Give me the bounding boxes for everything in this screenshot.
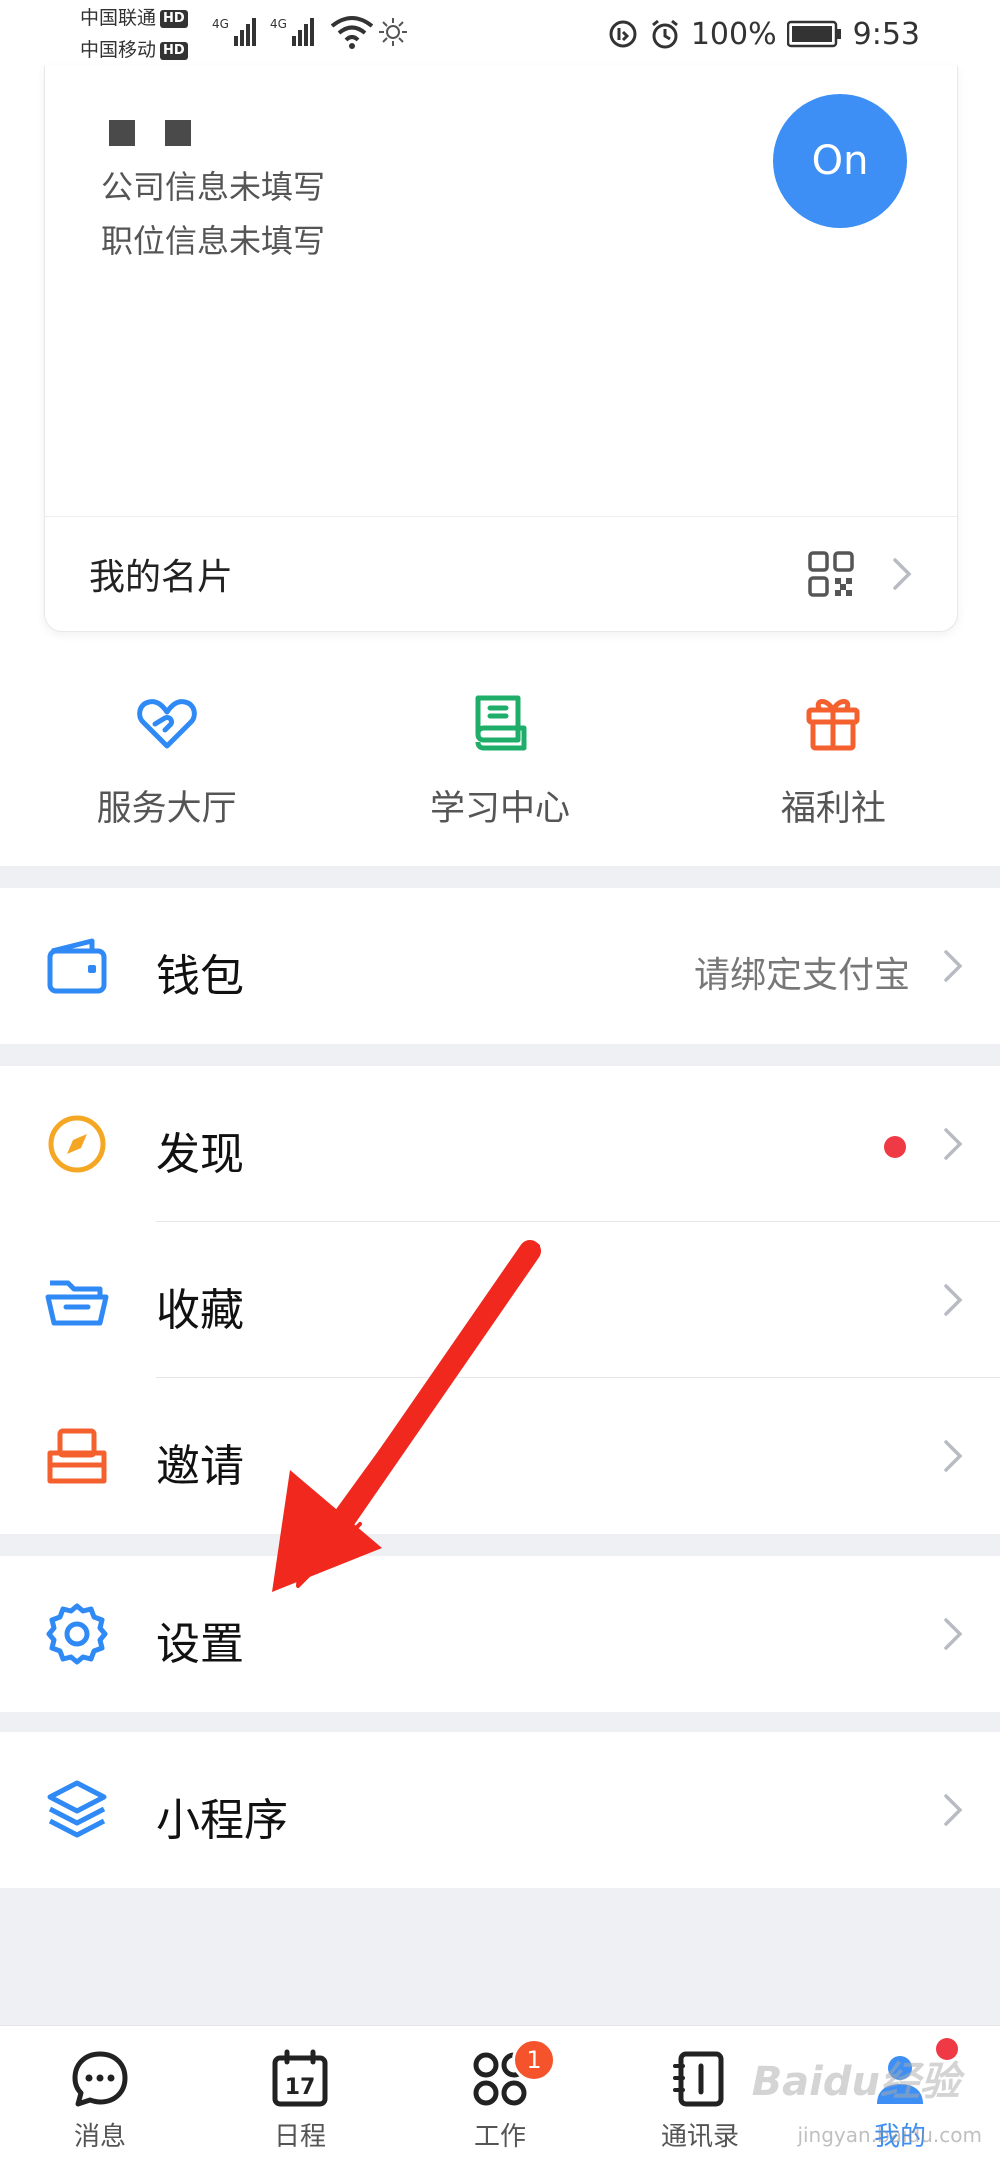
data-saver-icon [609,20,637,48]
chevron-right-icon [893,558,912,590]
tab-work[interactable]: 1 工作 [400,2026,600,2167]
watermark-logo: Baidu经验 [751,2059,960,2105]
alipay-binding-hint: 请绑定支付宝 [693,955,910,996]
tab-messages[interactable]: 消息 [0,2026,200,2167]
calendar-icon: 17 [272,2049,328,2107]
gear-icon [46,1603,108,1665]
features-section: 发现 收藏 邀请 [0,1066,1000,1534]
unread-dot [884,1136,906,1158]
hd-badge: HD [160,10,188,28]
brightness-icon [379,18,407,46]
heart-hand-icon [136,699,197,749]
menu-row-mini-programs[interactable]: 小程序 [0,1732,1000,1888]
folder-icon [45,1280,109,1326]
wallet-icon [47,938,107,994]
tab-label: 通讯录 [660,2122,739,2152]
alarm-icon [651,19,678,49]
chevron-right-icon [944,1128,963,1160]
menu-label: 设置 [156,1619,244,1670]
compass-icon [48,1115,106,1173]
tab-label: 日程 [273,2122,326,2152]
layers-icon [47,1780,107,1838]
quick-entry-label: 服务大厅 [96,789,237,829]
my-card-row[interactable]: 我的名片 [45,518,957,630]
contacts-icon [673,2051,724,2107]
carrier-2-name: 中国移动 [80,39,157,61]
profile-card[interactable]: 公司信息未填写 职位信息未填写 On 我的名片 [44,66,958,632]
status-bar: 中国联通 HD 中国移动 HD 4G 4G 100% 9:53 [0,0,1000,66]
network-type-2: 4G [270,17,287,31]
status-right: 100% 9:53 [607,14,920,54]
menu-label: 钱包 [156,951,244,1002]
quick-entry-learning-center[interactable]: 学习中心 [333,690,666,860]
book-icon [475,695,527,751]
card-divider [45,516,957,517]
invite-icon [47,1428,107,1484]
network-type: 4G [212,17,229,31]
settings-section: 设置 [0,1556,1000,1712]
quick-entry-label: 福利社 [780,789,886,829]
chevron-right-icon [944,1618,963,1650]
position-info: 职位信息未填写 [101,222,326,260]
carrier-1-name: 中国联通 [80,7,157,29]
quick-entry-welfare[interactable]: 福利社 [667,690,1000,860]
gift-icon [806,699,860,751]
clock: 9:53 [852,16,920,52]
tab-calendar[interactable]: 17 日程 [200,2026,400,2167]
chevron-right-icon [944,1794,963,1826]
chevron-right-icon [944,1284,963,1316]
carrier-1: 中国联通 HD [80,6,188,30]
carrier-2: 中国移动 HD [80,38,188,62]
hd-badge: HD [160,42,188,60]
qr-code-icon[interactable] [807,550,855,598]
watermark-domain: jingyan.baidu.com [797,2123,982,2147]
quick-entry-label: 学习中心 [429,789,570,829]
my-card-label: 我的名片 [89,557,234,598]
quick-entry-service-hall[interactable]: 服务大厅 [0,690,333,860]
tab-label: 消息 [73,2122,126,2152]
signal-icon-2: 4G [270,17,314,46]
menu-label: 发现 [156,1129,244,1180]
menu-label: 小程序 [156,1795,288,1846]
status-badge[interactable]: On [773,94,907,228]
company-info: 公司信息未填写 [101,168,326,206]
quick-entry-row: 服务大厅 学习中心 福利社 [0,690,1000,860]
menu-row-favorites[interactable]: 收藏 [0,1222,1000,1378]
menu-label: 邀请 [156,1441,244,1492]
menu-label: 收藏 [156,1285,244,1336]
chevron-right-icon [944,1440,963,1472]
menu-row-wallet[interactable]: 钱包 请绑定支付宝 [0,888,1000,1044]
user-name-redacted [109,120,191,146]
mini-programs-section: 小程序 [0,1732,1000,1888]
tab-label: 工作 [473,2122,526,2152]
menu-row-invite[interactable]: 邀请 [0,1378,1000,1534]
menu-row-settings[interactable]: 设置 [0,1556,1000,1712]
calendar-day: 17 [285,2075,316,2100]
wifi-icon [330,16,374,49]
notification-badge: 1 [512,2038,556,2082]
chevron-right-icon [944,950,963,982]
signal-icon: 4G [212,17,256,46]
chat-icon [72,2051,128,2107]
menu-row-discover[interactable]: 发现 [0,1066,1000,1222]
battery-percent: 100% [690,16,777,52]
battery-icon [786,20,841,48]
wallet-section: 钱包 请绑定支付宝 [0,888,1000,1044]
